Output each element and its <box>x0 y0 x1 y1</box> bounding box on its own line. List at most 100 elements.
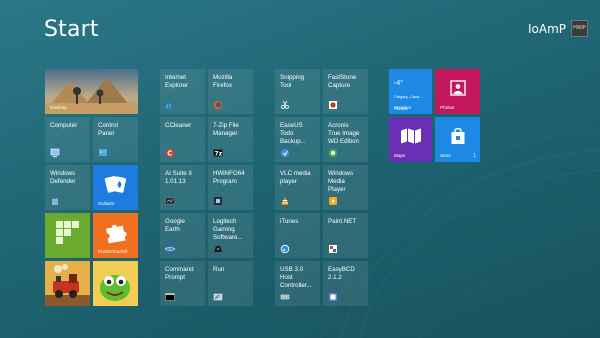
tile-windows-media-player[interactable]: Windows Media Player <box>323 165 368 210</box>
tile-faststone[interactable]: FastStone Capture <box>323 69 368 114</box>
tile-store[interactable]: Store 1 <box>435 117 480 162</box>
tile-easybcd[interactable]: EasyBCD 2.1.2 <box>323 261 368 306</box>
cards-icon <box>104 176 126 194</box>
weather-location: Calgary, Cana... <box>394 94 423 99</box>
tile-label: USB 3.0 Host Controller... <box>280 266 312 289</box>
scissors-icon <box>280 100 290 110</box>
ie-icon: e <box>165 100 175 110</box>
tile-google-earth[interactable]: Google Earth <box>160 213 205 258</box>
tile-block-game[interactable] <box>45 213 90 258</box>
control-panel-icon <box>98 148 108 158</box>
tile-label: Google Earth <box>165 218 185 233</box>
tile-label: Maps <box>394 153 406 158</box>
tile-label: Command Prompt <box>165 266 194 281</box>
tile-control-panel[interactable]: Control Panel <box>93 117 138 162</box>
tile-label: Mozilla Firefox <box>213 74 233 89</box>
tile-solitaire[interactable]: Solitaire <box>93 165 138 210</box>
usb-icon <box>280 292 290 302</box>
tile-firefox[interactable]: Mozilla Firefox <box>208 69 253 114</box>
media-player-icon <box>328 196 338 206</box>
tile-snipping-tool[interactable]: Snipping Tool <box>275 69 320 114</box>
svg-text:7z: 7z <box>215 151 223 158</box>
tile-label: Computer <box>50 122 78 129</box>
tile-label: PuzzleTouch® <box>98 249 128 254</box>
tile-label: Logitech Gaming Software... <box>213 218 243 241</box>
tile-label: CCleaner <box>165 122 192 129</box>
tile-internet-explorer[interactable]: Internet Explorer e <box>160 69 205 114</box>
tile-label: Store <box>440 153 451 158</box>
tile-cut-the-rope[interactable] <box>93 261 138 306</box>
svg-text:e: e <box>166 101 172 110</box>
tile-label: iTunes <box>280 218 299 225</box>
tile-label: HWiNFO64 Program <box>213 170 245 185</box>
tile-label: 7-Zip File Manager <box>213 122 239 137</box>
tile-photos[interactable]: Photos <box>435 69 480 114</box>
page-title: Start <box>44 17 99 42</box>
7zip-icon: 7z <box>213 148 223 158</box>
train-game-art-icon <box>45 261 90 306</box>
tile-label: Snipping Tool <box>280 74 305 89</box>
tile-7zip[interactable]: 7-Zip File Manager 7z <box>208 117 253 162</box>
acronis-icon <box>328 148 338 158</box>
tile-label: Run <box>213 266 225 273</box>
google-earth-icon <box>165 244 175 254</box>
tile-label: Paint.NET <box>328 218 357 225</box>
tile-train-game[interactable] <box>45 261 90 306</box>
vlc-cone-icon <box>280 196 290 206</box>
defender-castle-icon <box>50 196 60 206</box>
avatar: HWiP <box>571 20 588 37</box>
tile-label: Windows Media Player <box>328 170 354 193</box>
tile-label: AI Suite II 1.01.13 <box>165 170 192 185</box>
tile-label: Internet Explorer <box>165 74 189 89</box>
tile-hwinfo64[interactable]: HWiNFO64 Program <box>208 165 253 210</box>
tile-label: Acronis True Image WD Edition <box>328 122 360 145</box>
tile-run[interactable]: Run <box>208 261 253 306</box>
store-update-badge: 1 <box>473 153 476 159</box>
tile-label: VLC media player <box>280 170 311 185</box>
tile-itunes[interactable]: iTunes <box>275 213 320 258</box>
ccleaner-icon <box>165 148 175 158</box>
tile-label: FastStone Capture <box>328 74 357 89</box>
tile-label: Windows Defender <box>50 170 76 185</box>
tile-acronis[interactable]: Acronis True Image WD Edition <box>323 117 368 162</box>
tile-desktop[interactable]: Desktop <box>45 69 138 114</box>
tile-label: Control Panel <box>98 122 118 137</box>
tile-label: Desktop <box>50 105 67 110</box>
tile-weather[interactable]: -4° Calgary, Cana... Flurries Weather <box>389 69 432 114</box>
tile-computer[interactable]: Computer <box>45 117 90 162</box>
computer-icon <box>50 148 60 158</box>
maps-icon <box>400 128 421 144</box>
tile-label: Solitaire <box>98 201 115 206</box>
tile-command-prompt[interactable]: Command Prompt <box>160 261 205 306</box>
firefox-icon <box>213 100 223 110</box>
weather-temperature: -4° <box>394 79 404 87</box>
easeus-icon <box>280 148 290 158</box>
photos-icon <box>449 80 466 96</box>
green-monster-icon <box>93 261 138 306</box>
easybcd-icon <box>328 292 338 302</box>
blocks-icon <box>55 221 79 245</box>
tile-ai-suite[interactable]: AI Suite II 1.01.13 <box>160 165 205 210</box>
run-icon <box>213 292 223 302</box>
paint-net-icon <box>328 244 338 254</box>
cmd-icon <box>165 292 175 302</box>
tile-easeus[interactable]: EaseUS Todo Backup... <box>275 117 320 162</box>
shopping-bag-icon <box>451 127 464 144</box>
tile-label: Weather <box>394 105 412 110</box>
tile-puzzletouch[interactable]: PuzzleTouch® <box>93 213 138 258</box>
tile-maps[interactable]: Maps <box>389 117 432 162</box>
hwinfo-icon <box>213 196 223 206</box>
puzzle-piece-icon <box>105 225 127 244</box>
faststone-icon <box>328 100 338 110</box>
tile-paint-net[interactable]: Paint.NET <box>323 213 368 258</box>
tile-usb-host-controller[interactable]: USB 3.0 Host Controller... <box>275 261 320 306</box>
user-account[interactable]: IoAmP HWiP <box>528 20 588 37</box>
tile-logitech[interactable]: Logitech Gaming Software... <box>208 213 253 258</box>
tile-label: Photos <box>440 105 455 110</box>
tile-ccleaner[interactable]: CCleaner <box>160 117 205 162</box>
tile-vlc[interactable]: VLC media player <box>275 165 320 210</box>
user-name: IoAmP <box>527 21 566 36</box>
tile-windows-defender[interactable]: Windows Defender <box>45 165 90 210</box>
logitech-gaming-icon <box>213 244 223 254</box>
itunes-icon <box>280 244 290 254</box>
